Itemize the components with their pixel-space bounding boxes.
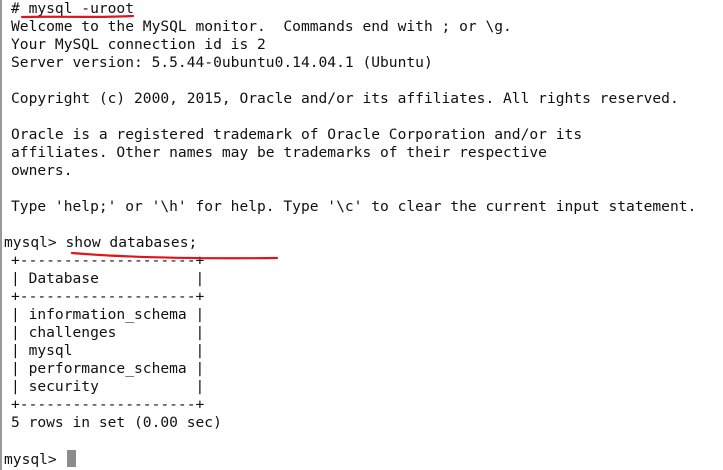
server-version-text: Server version: 5.5.44-0ubuntu0.14.04.1 … (11, 54, 433, 71)
welcome-message: Welcome to the MySQL monitor. Commands e… (11, 18, 512, 35)
table-border-header: +--------------------+ (11, 288, 205, 305)
table-row: | information_schema | (11, 306, 205, 323)
command-line-show-databases: mysql> show databases; (4, 234, 198, 251)
table-border-top: +--------------------+ (11, 252, 205, 269)
table-border-bottom: +--------------------+ (11, 396, 205, 413)
table-row: | mysql | (11, 342, 205, 359)
current-prompt-line[interactable]: mysql> (4, 450, 76, 468)
terminal-window[interactable]: # mysql -uroot Welcome to the MySQL moni… (0, 0, 723, 470)
trademark-text-line-1: Oracle is a registered trademark of Orac… (11, 126, 583, 143)
trademark-text-line-2: affiliates. Other names may be trademark… (11, 144, 547, 161)
table-row: | performance_schema | (11, 360, 205, 377)
prompt-text: mysql> (4, 451, 66, 468)
help-hint-text: Type 'help;' or '\h' for help. Type '\c'… (11, 198, 697, 215)
rows-in-set-text: 5 rows in set (0.00 sec) (11, 414, 222, 431)
trademark-text-line-3: owners. (11, 162, 73, 179)
table-row: | challenges | (11, 324, 205, 341)
connection-id-text: Your MySQL connection id is 2 (11, 36, 266, 53)
window-edge (0, 0, 2, 470)
command-line-mysql-login: # mysql -uroot (11, 0, 135, 17)
table-row: | security | (11, 378, 205, 395)
table-header-row: | Database | (11, 270, 205, 287)
text-cursor (66, 450, 76, 467)
copyright-text: Copyright (c) 2000, 2015, Oracle and/or … (11, 90, 679, 107)
